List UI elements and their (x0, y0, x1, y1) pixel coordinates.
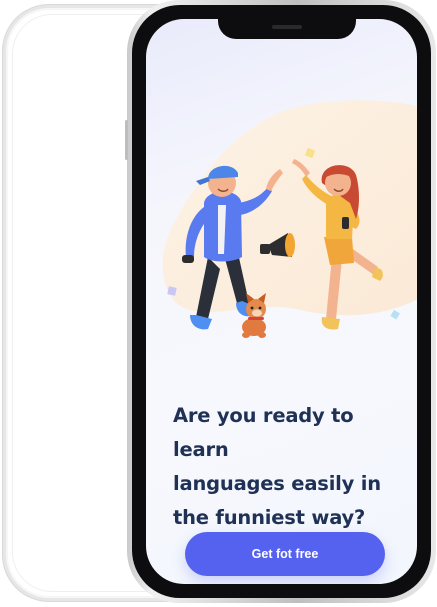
phone-in-hand (182, 255, 194, 263)
onboarding-headline: Are you ready to learn languages easily … (173, 399, 413, 535)
confetti-lavender (167, 286, 177, 296)
side-button (125, 120, 128, 160)
headline-line-3: the funniest way? (173, 506, 366, 529)
phone-notch (218, 19, 356, 39)
confetti-blue (390, 309, 400, 320)
headline-line-2: languages easily in (173, 472, 381, 495)
phone-bezel: Are you ready to learn languages easily … (132, 5, 431, 598)
headline-line-1: Are you ready to learn (173, 404, 354, 461)
phone-screen: Are you ready to learn languages easily … (146, 19, 417, 584)
get-started-button[interactable]: Get fot free (185, 532, 385, 576)
mockup-stage: Are you ready to learn languages easily … (0, 0, 437, 607)
phone-frame: Are you ready to learn languages easily … (125, 0, 436, 603)
two-friends-high-five-illustration (162, 100, 417, 338)
illustration-background-blob (162, 100, 417, 316)
speaker-grill (272, 25, 302, 29)
